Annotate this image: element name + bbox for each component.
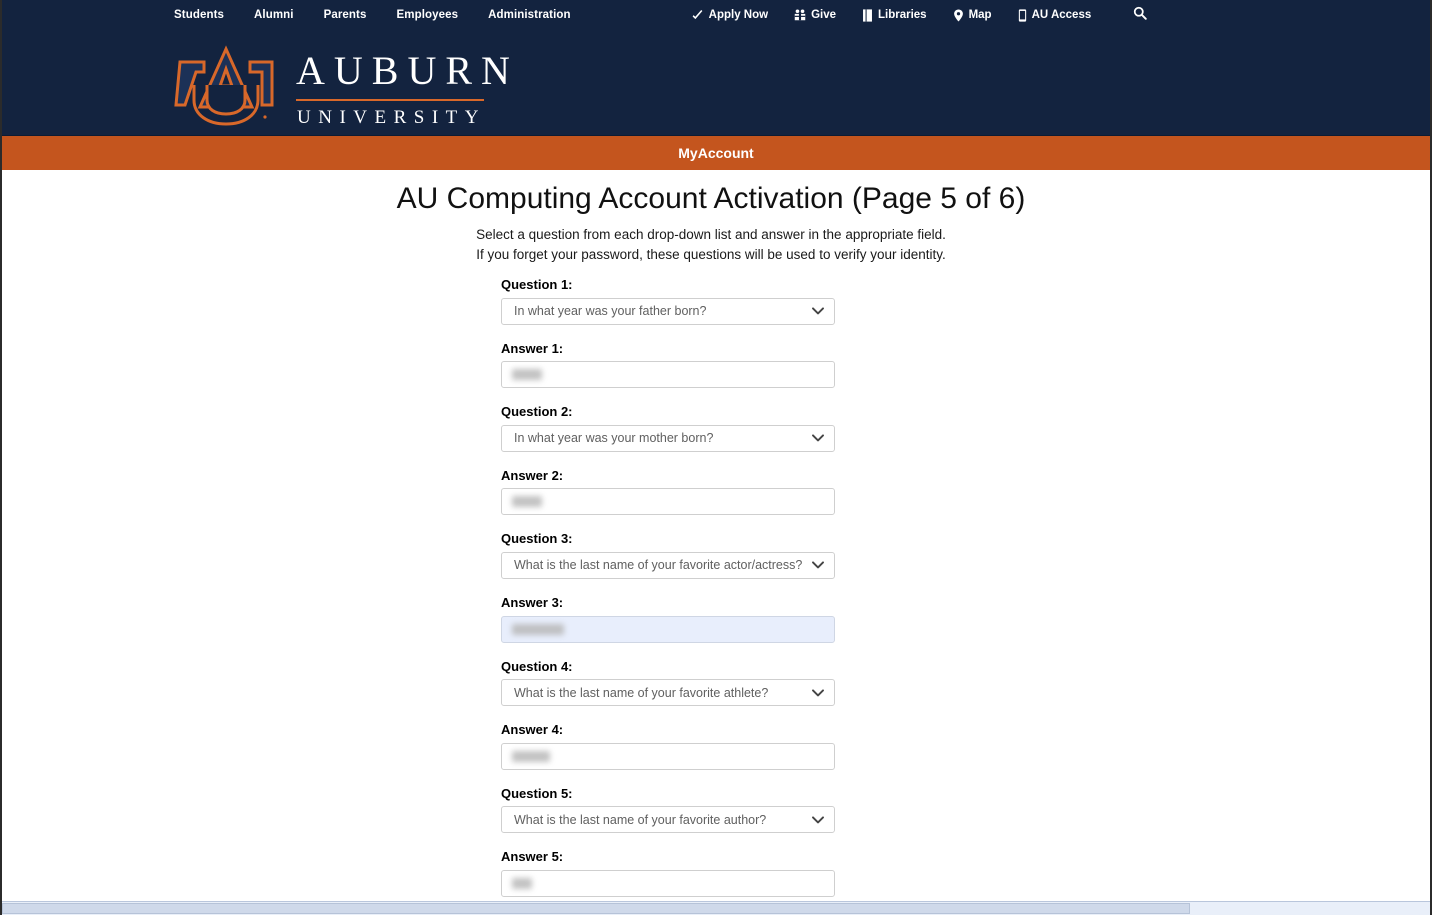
intro-line-1: Select a question from each drop-down li… [476, 226, 946, 242]
answer-4-input[interactable] [501, 742, 835, 770]
myaccount-bar: MyAccount [2, 136, 1430, 170]
wordmark-rule [296, 98, 484, 101]
answer-3-input[interactable] [501, 615, 835, 643]
question-5-value: What is the last name of your favorite a… [514, 812, 767, 827]
answer-5-input[interactable] [501, 869, 835, 897]
nav-item-label: Give [811, 9, 836, 21]
chevron-down-icon [812, 429, 824, 447]
answer-5-redacted-value [512, 877, 532, 889]
utility-nav: Students Alumni Parents Employees Admini… [2, 0, 1430, 30]
mobile-icon [1018, 8, 1027, 22]
question-1-value: In what year was your father born? [514, 304, 707, 319]
nav-link-students[interactable]: Students [174, 0, 224, 30]
quicklinks-nav: Apply Now Give Libraries Map AU Access [691, 6, 1148, 25]
question-3-value: What is the last name of your favorite a… [514, 558, 803, 573]
wordmark-main: AUBURN [296, 47, 519, 93]
auburn-logo-lockup[interactable]: AUBURN UNIVERSITY [174, 45, 519, 129]
question-1-select[interactable]: In what year was your father born? [501, 297, 835, 325]
au-interlock-logo-icon [174, 45, 278, 129]
nav-link-alumni[interactable]: Alumni [254, 0, 294, 30]
answer-1-input[interactable] [501, 361, 835, 389]
answer-3-redacted-value [512, 623, 564, 635]
nav-item-label: Apply Now [708, 9, 769, 21]
chevron-down-icon [812, 556, 824, 574]
question-5-label: Question 5: [501, 785, 573, 801]
answer-2-label: Answer 2: [501, 467, 564, 483]
nav-item-label: AU Access [1031, 9, 1092, 21]
answer-1-redacted-value [512, 369, 542, 381]
search-button[interactable] [1133, 6, 1147, 25]
intro-line-2: If you forget your password, these quest… [476, 246, 946, 262]
main-content: AU Computing Account Activation (Page 5 … [2, 170, 1430, 915]
check-icon [691, 9, 704, 22]
question-2-select[interactable]: In what year was your mother born? [501, 424, 835, 452]
nav-item-apply-now[interactable]: Apply Now [691, 9, 768, 22]
answer-3-label: Answer 3: [501, 594, 564, 610]
horizontal-scrollbar[interactable] [2, 901, 1430, 915]
nav-link-parents[interactable]: Parents [324, 0, 367, 30]
answer-1-label: Answer 1: [501, 340, 564, 356]
page-title: AU Computing Account Activation (Page 5 … [396, 182, 1026, 215]
answer-2-redacted-value [512, 496, 542, 508]
question-4-value: What is the last name of your favorite a… [514, 685, 769, 700]
page-root: Students Alumni Parents Employees Admini… [0, 0, 1432, 915]
answer-5-label: Answer 5: [501, 849, 564, 865]
nav-item-map[interactable]: Map [953, 8, 992, 22]
horizontal-scrollbar-thumb[interactable] [2, 903, 1190, 914]
search-icon [1133, 6, 1147, 25]
answer-4-label: Answer 4: [501, 722, 564, 738]
audience-nav: Students Alumni Parents Employees Admini… [174, 0, 571, 30]
intro-text: Select a question from each drop-down li… [2, 225, 1430, 266]
chevron-down-icon [812, 811, 824, 829]
auburn-wordmark: AUBURN UNIVERSITY [294, 48, 519, 127]
nav-link-administration[interactable]: Administration [488, 0, 571, 30]
nav-item-give[interactable]: Give [794, 9, 836, 21]
nav-item-au-access[interactable]: AU Access [1018, 8, 1092, 22]
question-4-label: Question 4: [501, 658, 573, 674]
question-3-select[interactable]: What is the last name of your favorite a… [501, 551, 835, 579]
question-2-label: Question 2: [501, 404, 573, 420]
myaccount-title: MyAccount [678, 145, 754, 161]
chevron-down-icon [812, 684, 824, 702]
nav-link-employees[interactable]: Employees [396, 0, 458, 30]
wordmark-sub: UNIVERSITY [297, 106, 486, 128]
map-pin-icon [953, 8, 964, 22]
nav-item-libraries[interactable]: Libraries [862, 8, 927, 22]
question-4-select[interactable]: What is the last name of your favorite a… [501, 679, 835, 707]
nav-item-label: Libraries [878, 9, 927, 21]
question-3-label: Question 3: [501, 531, 573, 547]
nav-item-label: Map [968, 9, 992, 21]
answer-4-redacted-value [512, 750, 550, 762]
answer-2-input[interactable] [501, 488, 835, 516]
question-1-label: Question 1: [501, 277, 573, 292]
security-questions-form: Question 1: In what year was your father… [501, 277, 835, 897]
question-5-select[interactable]: What is the last name of your favorite a… [501, 806, 835, 834]
chevron-down-icon [812, 302, 824, 320]
book-icon [862, 8, 873, 22]
gift-icon [794, 9, 806, 21]
site-header: Students Alumni Parents Employees Admini… [2, 0, 1430, 136]
question-2-value: In what year was your mother born? [514, 431, 714, 446]
